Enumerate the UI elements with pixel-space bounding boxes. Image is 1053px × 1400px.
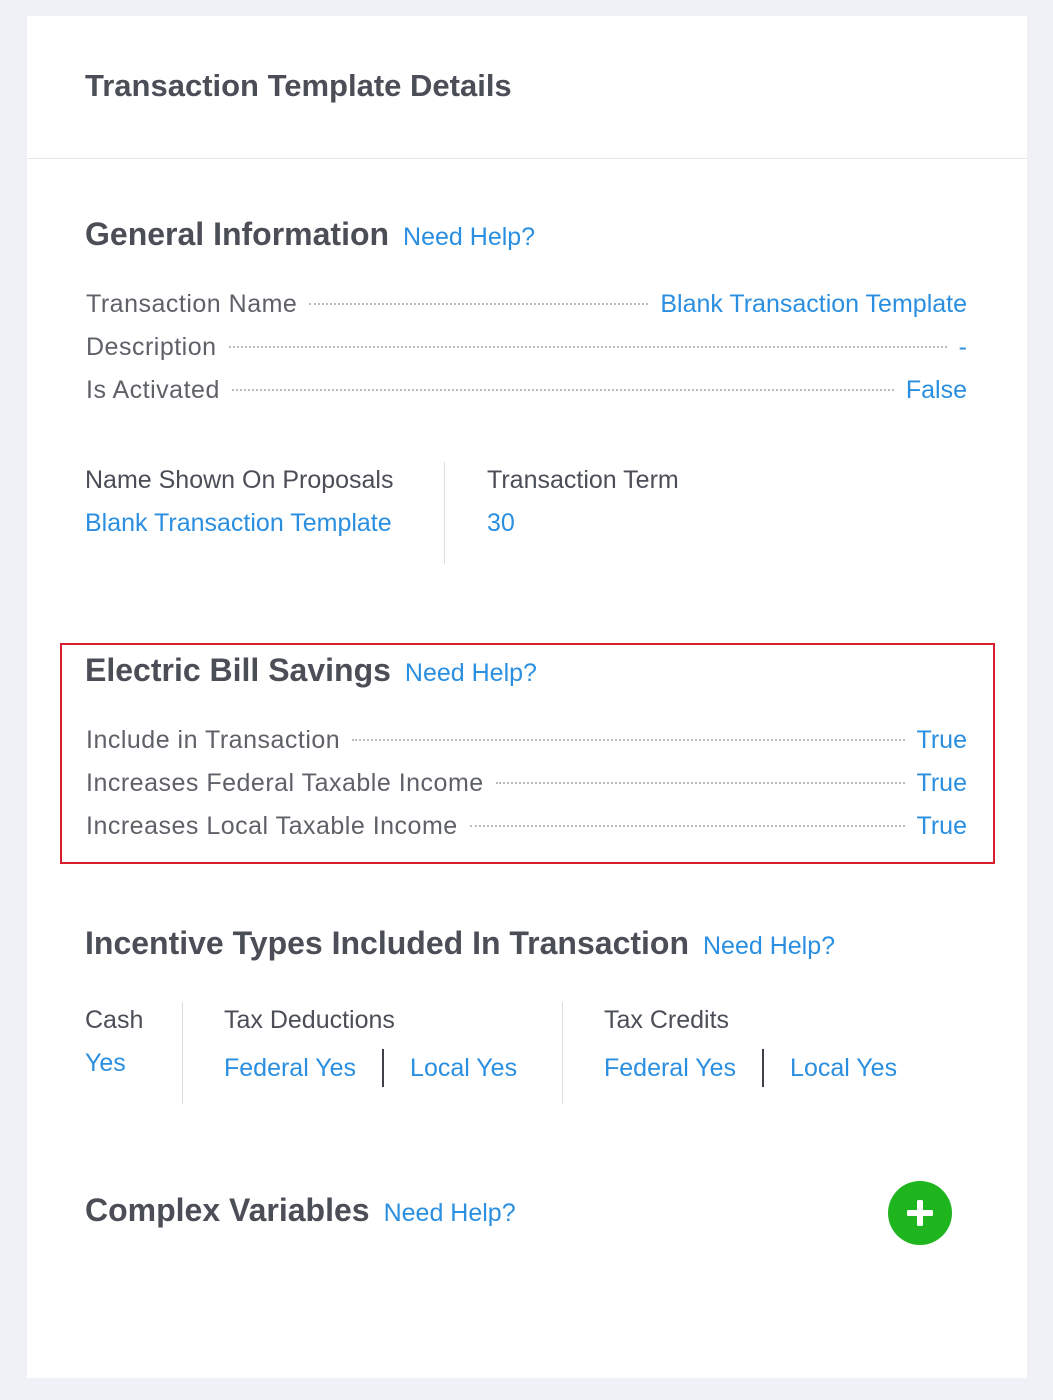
transaction-term-label: Transaction Term (487, 466, 679, 494)
incentive-types-header: Incentive Types Included In Transaction … (85, 925, 835, 962)
dotted-leader (228, 346, 947, 348)
plus-icon (907, 1200, 933, 1226)
proposal-name-label: Name Shown On Proposals (85, 466, 394, 494)
value-separator (762, 1049, 765, 1087)
proposal-term-group: Name Shown On Proposals Blank Transactio… (85, 466, 679, 538)
dotted-leader (231, 389, 894, 391)
cash-label: Cash (85, 1006, 144, 1034)
kv-key: Is Activated (86, 376, 220, 404)
kv-row-description: Description - (86, 333, 967, 376)
incentive-columns: Cash Yes Tax Deductions Federal Yes Loca… (85, 1006, 897, 1087)
complex-variables-header: Complex Variables Need Help? (85, 1192, 516, 1229)
dotted-leader (309, 303, 649, 305)
tax-deductions-values: Federal Yes Local Yes (224, 1049, 564, 1087)
credits-local-value: Local Yes (790, 1053, 898, 1082)
general-information-header: General Information Need Help? (85, 216, 535, 253)
kv-value: - (958, 333, 967, 361)
general-info-list: Transaction Name Blank Transaction Templ… (86, 290, 967, 419)
transaction-term-column: Transaction Term 30 (487, 466, 679, 538)
deductions-federal-value: Federal Yes (224, 1053, 357, 1082)
value-separator (382, 1049, 385, 1087)
cash-column: Cash Yes (85, 1006, 183, 1087)
column-divider (444, 462, 445, 564)
tax-credits-label: Tax Credits (604, 1006, 730, 1034)
kv-row-is-activated: Is Activated False (86, 376, 967, 419)
section-title: Complex Variables (85, 1192, 370, 1228)
tax-credits-column: Tax Credits Federal Yes Local Yes (604, 1006, 897, 1087)
highlight-box (60, 643, 995, 864)
kv-value: Blank Transaction Template (660, 290, 967, 318)
kv-key: Transaction Name (86, 290, 298, 318)
section-title: Incentive Types Included In Transaction (85, 925, 689, 961)
add-complex-variable-button[interactable] (888, 1181, 952, 1245)
complex-help-link[interactable]: Need Help? (384, 1199, 516, 1228)
tax-deductions-label: Tax Deductions (224, 1006, 395, 1034)
tax-deductions-column: Tax Deductions Federal Yes Local Yes (224, 1006, 564, 1087)
credits-federal-value: Federal Yes (604, 1053, 737, 1082)
cash-value: Yes (85, 1049, 126, 1077)
page-title: Transaction Template Details (85, 68, 512, 103)
general-help-link[interactable]: Need Help? (403, 223, 535, 252)
tax-credits-values: Federal Yes Local Yes (604, 1049, 897, 1087)
column-divider (182, 1002, 183, 1104)
proposal-name-value: Blank Transaction Template (85, 509, 392, 537)
kv-value: False (905, 376, 967, 404)
card-header: Transaction Template Details (27, 16, 1027, 159)
transaction-term-value: 30 (487, 509, 515, 537)
column-divider (562, 1002, 563, 1104)
proposal-name-column: Name Shown On Proposals Blank Transactio… (85, 466, 445, 538)
section-title: General Information (85, 216, 390, 252)
kv-row-transaction-name: Transaction Name Blank Transaction Templ… (86, 290, 967, 333)
kv-key: Description (86, 333, 217, 361)
deductions-local-value: Local Yes (410, 1053, 518, 1082)
incentives-help-link[interactable]: Need Help? (703, 932, 835, 961)
